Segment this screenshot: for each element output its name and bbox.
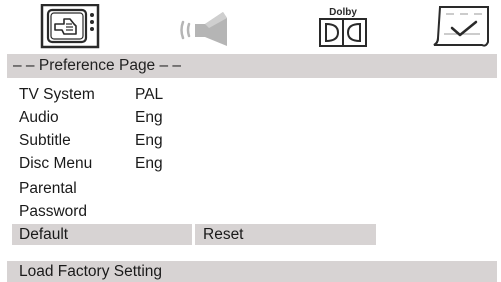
- setup-tab-bar: Dolby: [0, 0, 501, 54]
- menu-item-label: Subtitle: [19, 132, 71, 149]
- preference-menu: TV System PAL Audio Eng Subtitle Eng Dis…: [7, 84, 497, 254]
- reset-option-label: Reset: [203, 226, 244, 243]
- general-setup-icon: [40, 3, 100, 49]
- menu-item-parental[interactable]: Parental: [7, 178, 497, 200]
- page-title: – – Preference Page – –: [13, 57, 182, 74]
- menu-item-label: Disc Menu: [19, 155, 93, 172]
- menu-item-value: Eng: [135, 155, 163, 172]
- speaker-audio-icon: [180, 12, 227, 46]
- tab-audio-setup[interactable]: [175, 4, 239, 50]
- menu-item-audio[interactable]: Audio Eng: [7, 107, 497, 129]
- menu-item-label: Audio: [19, 109, 59, 126]
- dvd-setup-screen: Dolby – – Preference Page – – TV System …: [0, 0, 501, 282]
- menu-item-value: Eng: [135, 109, 163, 126]
- dolby-label: Dolby: [329, 7, 357, 18]
- dolby-digital-icon: Dolby: [319, 7, 367, 47]
- page-title-bar: – – Preference Page – –: [7, 54, 497, 78]
- menu-item-value: PAL: [135, 86, 164, 103]
- menu-item-label: TV System: [19, 86, 95, 103]
- menu-item-tv-system[interactable]: TV System PAL: [7, 84, 497, 106]
- status-bar: Load Factory Setting: [7, 261, 497, 282]
- preference-check-icon: [433, 6, 489, 47]
- status-text: Load Factory Setting: [19, 263, 163, 280]
- menu-item-label: Parental: [19, 180, 77, 197]
- menu-item-password[interactable]: Password: [7, 201, 497, 223]
- menu-item-label: Default: [19, 226, 69, 243]
- tab-general-setup[interactable]: [40, 3, 102, 50]
- menu-item-disc-menu[interactable]: Disc Menu Eng: [7, 153, 497, 175]
- menu-item-value: Eng: [135, 132, 163, 149]
- menu-item-default[interactable]: Default Reset: [7, 224, 497, 246]
- tab-preference-setup[interactable]: [430, 4, 496, 50]
- menu-item-label: Password: [19, 203, 88, 220]
- tab-dolby-setup[interactable]: Dolby: [316, 4, 372, 50]
- menu-item-subtitle[interactable]: Subtitle Eng: [7, 130, 497, 152]
